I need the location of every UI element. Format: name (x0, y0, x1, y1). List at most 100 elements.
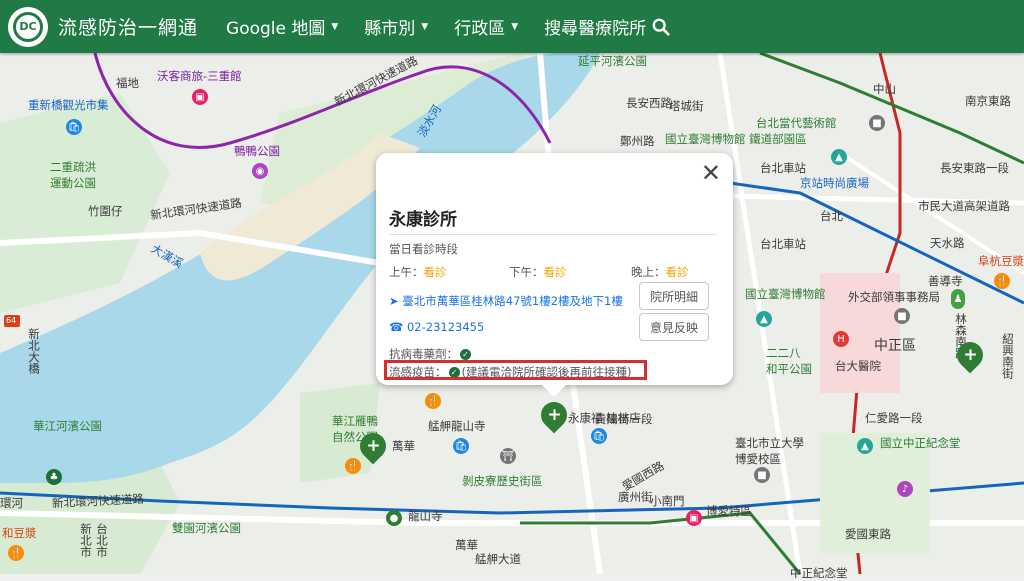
check-icon: ✓ (460, 349, 471, 360)
map-label-highway64: 64 (6, 316, 17, 325)
popup-divider (389, 234, 716, 235)
logo-mark: DC (13, 11, 43, 42)
restaurant-icon[interactable]: 🍴 (8, 545, 24, 561)
map-label-nanjing: 南京東路 (965, 94, 1011, 108)
memorial-icon[interactable]: ▲ (857, 438, 873, 454)
nav-district-label: 行政區 (454, 19, 506, 39)
evening-value: 看診 (665, 265, 689, 279)
nav-county-label: 縣市別 (364, 19, 416, 39)
map-label-guangzhou: 廣州街 (618, 490, 653, 504)
camera-icon[interactable]: ◉ (252, 163, 268, 179)
highlight-box (384, 360, 647, 380)
map-label-aiguo-e: 愛國東路 (845, 527, 891, 541)
morning-label: 上午： (389, 265, 424, 279)
map-label-228-park: 二二八 和平公園 (766, 346, 812, 376)
top-navbar: DC 流感防治一網通 Google 地圖 ▼ 縣市別 ▼ 行政區 ▼ 搜尋醫療院… (0, 0, 1024, 53)
shopping-icon[interactable]: 🛍 (453, 438, 469, 454)
hotel-icon[interactable]: ▣ (192, 89, 208, 105)
map-label-yazi: 鴨鴨公園 (234, 144, 280, 158)
search-icon (652, 18, 670, 36)
map-label-boai: 博愛特區 (706, 504, 752, 518)
clinic-address: 臺北市萬華區桂林路47號1樓2樓及地下1樓 (402, 294, 623, 308)
hospital-icon[interactable]: H (833, 331, 849, 347)
map-label-border: 台北市 新北市 (79, 523, 109, 558)
map-label-xinbei-bridge: 新北大橋 (27, 328, 41, 374)
map-label-shimin: 市民大道高架道路 (918, 199, 1010, 213)
metro-icon[interactable]: ● (386, 510, 402, 526)
map-label-tacheng: 塔城街 (669, 99, 704, 113)
map-label-wanhua: 萬華 (392, 439, 415, 453)
feedback-button[interactable]: 意見反映 (639, 313, 709, 341)
clinic-name: 永康診所 (389, 210, 457, 230)
nav-search-clinic[interactable]: 搜尋醫療院所 (544, 14, 670, 39)
caret-down-icon: ▼ (511, 21, 519, 32)
map-label-changan-e: 長安東路一段 (940, 161, 1009, 175)
map-label-ntuh: 台大醫院 (835, 359, 881, 373)
afternoon-label: 下午： (509, 265, 544, 279)
map-label-waijiaobu: 外交部領事事務局 (848, 290, 940, 304)
caret-down-icon: ▼ (421, 21, 429, 32)
clinic-details-button[interactable]: 院所明細 (639, 282, 709, 310)
site-title[interactable]: 流感防治一網通 (58, 13, 198, 40)
map-label-tianshui: 天水路 (930, 236, 965, 250)
clinic-phone: 02-23123455 (406, 320, 485, 334)
map-label-fuhang: 阜杭豆漿 (978, 254, 1024, 268)
map-label-yanping: 延平河濱公園 (578, 54, 647, 68)
restaurant-icon[interactable]: 🍴 (994, 273, 1010, 289)
map-label-erchong: 二重疏洪 運動公園 (50, 160, 96, 190)
map-label-zhengzhou: 鄭州路 (620, 134, 655, 148)
map-label-xiaonanmen: 小南門 (650, 494, 685, 508)
temple-icon[interactable]: ⛩ (500, 448, 516, 464)
restaurant-icon[interactable]: 🍴 (345, 458, 361, 474)
close-icon[interactable]: ✕ (701, 161, 721, 185)
museum-icon[interactable]: ▲ (756, 311, 772, 327)
map-label-univ: 臺北市立大學 博愛校區 (735, 436, 804, 466)
map-label-cks-memorial: 國立中正紀念堂 (880, 436, 961, 450)
plus-icon: + (962, 344, 978, 365)
building-icon[interactable]: ■ (894, 308, 910, 324)
hours-section-label: 當日看診時段 (389, 242, 458, 256)
shopping-icon[interactable]: 🛍 (591, 428, 607, 444)
hotel-icon[interactable]: ▣ (686, 510, 702, 526)
map-label-hotel: 沃客商旅-三重館 (157, 69, 242, 83)
map-label-mocap: 台北當代藝術館 (756, 116, 837, 130)
clinic-info-popup: ✕ 永康診所 當日看診時段 上午：看診 下午：看診 晚上：看診 ➤ 臺北市萬華區… (376, 153, 733, 397)
school-icon[interactable]: ■ (754, 467, 770, 483)
map-label-jingzhan: 京站時尚廣場 (800, 176, 869, 190)
clinic-phone-link[interactable]: ☎ 02-23123455 (389, 320, 484, 334)
landmark-icon[interactable]: ▲ (831, 149, 847, 165)
map-label-hedoujiang: 和豆漿 (2, 526, 37, 540)
restaurant-icon[interactable]: 🍴 (425, 393, 441, 409)
map-label-renai: 仁愛路一段 (865, 411, 923, 425)
plus-icon: + (365, 435, 381, 456)
map-label-taiwan-museum: 國立臺灣博物館 (745, 287, 826, 301)
morning-value: 看診 (423, 265, 447, 279)
map-label-mengjia-ave: 艋舺大道 (475, 552, 521, 566)
map-label-changan: 長安西路 (626, 96, 672, 110)
map-label-fude: 福地 (116, 76, 139, 90)
nav-county[interactable]: 縣市別 ▼ (364, 14, 428, 39)
map-label-museum-rail: 國立臺灣博物館 鐵道部園區 (665, 132, 807, 146)
clinic-address-link[interactable]: ➤ 臺北市萬華區桂林路47號1樓2樓及地下1樓 (389, 293, 623, 309)
park-icon[interactable]: ♣ (46, 469, 62, 485)
location-arrow-icon: ➤ (389, 294, 399, 308)
caret-down-icon: ▼ (331, 21, 339, 32)
nav-google-map-label: Google 地圖 (226, 19, 326, 39)
shopping-icon[interactable]: 🛍 (66, 119, 82, 135)
museum-icon[interactable]: ■ (869, 115, 885, 131)
theater-icon[interactable]: ♪ (897, 481, 913, 497)
evening-label: 晚上： (631, 265, 666, 279)
nav-google-map[interactable]: Google 地圖 ▼ (226, 14, 338, 39)
site-logo[interactable]: DC (8, 6, 48, 47)
map-label-chongxin: 重新橋觀光市集 (28, 98, 109, 112)
map-label-taipei-main: 台北車站 (760, 161, 806, 175)
map-label-taipei-station: 台北車站 (760, 237, 806, 251)
afternoon-hours: 下午：看診 (509, 264, 567, 280)
nav-district[interactable]: 行政區 ▼ (454, 14, 518, 39)
map-label-huanhe: 環河 (0, 496, 23, 510)
afternoon-value: 看診 (543, 265, 567, 279)
phone-icon: ☎ (389, 320, 404, 334)
map-label-longshan: 龍山寺 (408, 509, 443, 523)
morning-hours: 上午：看診 (389, 264, 447, 280)
pegman-icon[interactable]: ♟ (951, 289, 965, 309)
